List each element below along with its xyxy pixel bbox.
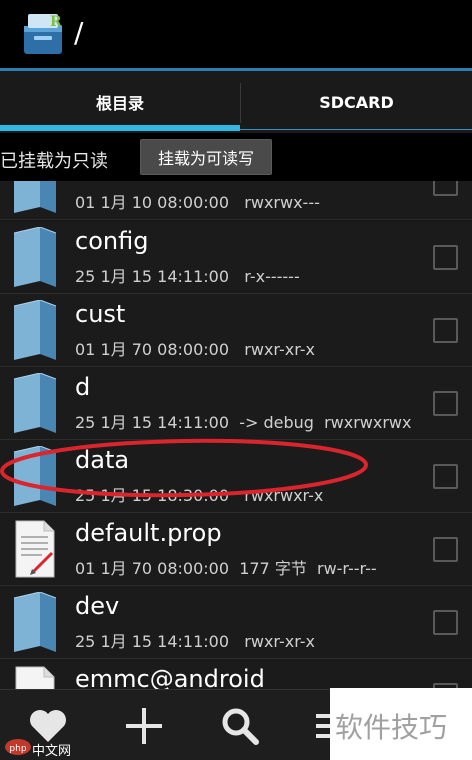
file-meta: 25 1月 15 14:11:00 rwxr-xr-x xyxy=(75,632,316,651)
php-logo-icon: php xyxy=(5,739,31,755)
file-icon xyxy=(15,666,55,689)
file-meta: 01 1月 10 08:00:00 rwxrwx--- xyxy=(75,193,320,212)
file-list[interactable]: 01 1月 10 08:00:00 rwxrwx--- config 25 1月… xyxy=(0,181,472,689)
file-meta: 25 1月 15 18:30:00 rwxrwxr-x xyxy=(75,486,324,505)
file-row[interactable]: emmc@android xyxy=(0,659,472,689)
select-checkbox[interactable] xyxy=(433,391,458,416)
add-icon[interactable] xyxy=(122,704,166,748)
select-checkbox[interactable] xyxy=(433,318,458,343)
text-file-icon xyxy=(15,520,55,578)
file-name: config xyxy=(75,227,149,255)
file-name: dev xyxy=(75,592,120,620)
file-row[interactable]: d 25 1月 15 14:11:00 -> debug rwxrwxrwx xyxy=(0,367,472,440)
select-checkbox[interactable] xyxy=(433,464,458,489)
select-checkbox[interactable] xyxy=(433,537,458,562)
file-row[interactable]: data 25 1月 15 18:30:00 rwxrwxr-x xyxy=(0,440,472,513)
watermark-text: 软件技巧 xyxy=(335,711,448,744)
file-name: cust xyxy=(75,300,126,328)
current-path: / xyxy=(74,16,84,49)
folder-icon xyxy=(13,300,57,360)
select-checkbox[interactable] xyxy=(433,610,458,635)
mount-bar: 已挂载为只读 挂载为可读写 xyxy=(0,133,472,181)
folder-icon xyxy=(13,227,57,287)
folder-icon xyxy=(13,373,57,433)
select-checkbox[interactable] xyxy=(433,245,458,270)
file-meta: 01 1月 70 08:00:00 177 字节 rw-r--r-- xyxy=(75,559,377,578)
file-meta: 01 1月 70 08:00:00 rwxr-xr-x xyxy=(75,340,316,359)
file-meta: 25 1月 15 14:11:00 -> debug rwxrwxrwx xyxy=(75,413,412,432)
file-meta: 25 1月 15 14:11:00 r-x------ xyxy=(75,267,300,286)
file-name: d xyxy=(75,373,91,401)
action-bar: R / xyxy=(0,0,472,68)
file-row[interactable]: cust 01 1月 70 08:00:00 rwxr-xr-x xyxy=(0,294,472,367)
tab-indicator xyxy=(0,125,240,131)
file-row[interactable]: dev 25 1月 15 14:11:00 rwxr-xr-x xyxy=(0,586,472,659)
file-row[interactable]: 01 1月 10 08:00:00 rwxrwx--- xyxy=(0,181,472,220)
tab-sdcard[interactable]: SDCARD xyxy=(241,71,472,133)
root-explorer-app-icon[interactable]: R xyxy=(20,10,66,56)
file-name: data xyxy=(75,446,130,474)
select-checkbox[interactable] xyxy=(433,181,458,196)
mount-rw-button[interactable]: 挂载为可读写 xyxy=(140,139,272,175)
file-name: emmc@android xyxy=(75,665,265,689)
svg-text:php: php xyxy=(9,744,26,754)
file-row[interactable]: default.prop 01 1月 70 08:00:00 177 字节 rw… xyxy=(0,513,472,586)
svg-text:R: R xyxy=(50,14,62,30)
file-row[interactable]: config 25 1月 15 14:11:00 r-x------ xyxy=(0,221,472,294)
mount-status: 已挂载为只读 xyxy=(0,151,108,172)
search-icon[interactable] xyxy=(218,704,262,748)
tab-root[interactable]: 根目录 xyxy=(0,71,240,133)
folder-icon xyxy=(13,592,57,652)
file-name: default.prop xyxy=(75,519,222,547)
folder-icon xyxy=(13,446,57,506)
watermark-site: 中文网 xyxy=(32,744,72,759)
tab-bar: 根目录 SDCARD xyxy=(0,71,472,133)
folder-icon xyxy=(14,181,56,213)
